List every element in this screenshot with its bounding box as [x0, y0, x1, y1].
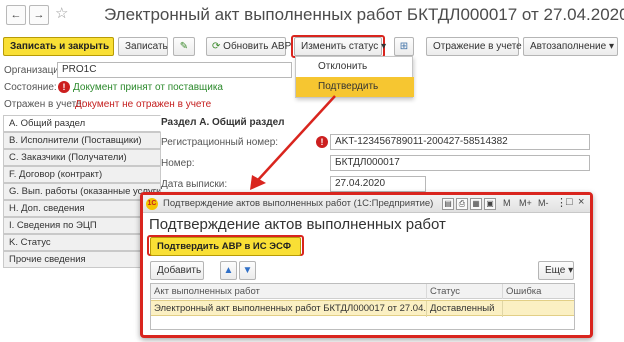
confirm-acts-dialog: 1С Подтверждение актов выполненных работ…: [140, 192, 593, 338]
column-header-status[interactable]: Статус: [427, 284, 503, 299]
acts-table: Акт выполненных работ Статус Ошибка Элек…: [150, 283, 575, 330]
table-row[interactable]: Электронный акт выполненных работ БКТДЛ0…: [151, 300, 574, 317]
calculator-icon[interactable]: ▣: [484, 198, 496, 210]
document-icon[interactable]: ▤: [442, 198, 454, 210]
confirm-avr-button[interactable]: Подтвердить АВР в ИС ЭСФ: [150, 237, 301, 256]
arrow-down-icon: ▼: [242, 265, 253, 276]
dialog-heading: Подтверждение актов выполненных работ: [149, 216, 446, 233]
memory-minus-button[interactable]: M-: [538, 198, 549, 208]
move-down-button[interactable]: ▼: [239, 261, 256, 280]
chevron-down-icon: ▾: [568, 265, 574, 276]
arrowhead-icon: [250, 175, 266, 190]
dialog-window-title: Подтверждение актов выполненных работ (1…: [163, 198, 434, 209]
close-icon[interactable]: ×: [578, 196, 584, 208]
act-cell: Электронный акт выполненных работ БКТДЛ0…: [151, 301, 427, 317]
maximize-icon[interactable]: □: [566, 196, 573, 208]
column-header-act[interactable]: Акт выполненных работ: [151, 284, 427, 299]
memory-plus-button[interactable]: M+: [519, 198, 532, 208]
add-button[interactable]: Добавить: [150, 261, 204, 280]
error-cell: [503, 301, 574, 317]
table-header: Акт выполненных работ Статус Ошибка: [151, 284, 574, 299]
column-header-error[interactable]: Ошибка: [503, 284, 574, 299]
status-cell: Доставленный: [427, 301, 503, 317]
arrow-up-icon: ▲: [223, 265, 234, 276]
dialog-titlebar: 1С Подтверждение актов выполненных работ…: [143, 195, 590, 213]
more-button[interactable]: Еще ▾: [538, 261, 574, 280]
print-icon[interactable]: ⎙: [456, 198, 468, 210]
memory-button[interactable]: M: [503, 198, 511, 208]
calendar-icon[interactable]: ▦: [470, 198, 482, 210]
move-up-button[interactable]: ▲: [220, 261, 237, 280]
1c-logo-icon: 1С: [146, 198, 158, 210]
